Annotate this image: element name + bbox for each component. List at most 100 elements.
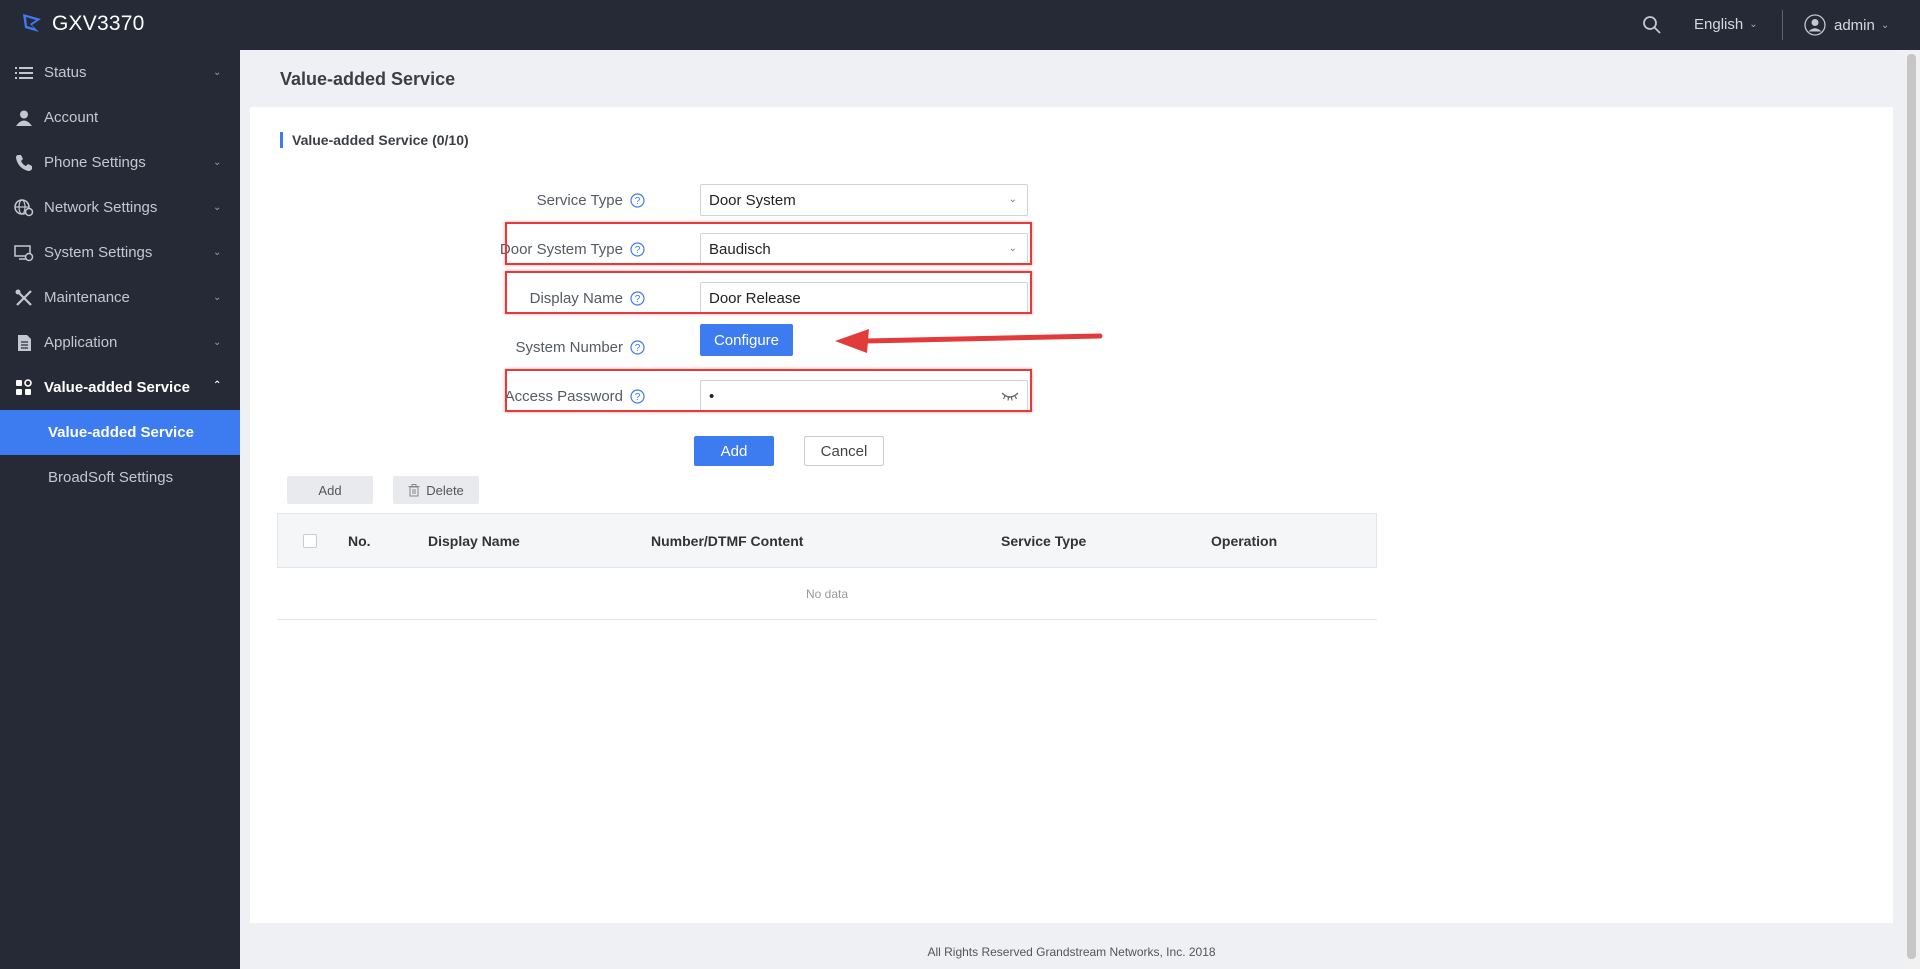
system-settings-icon [14, 243, 34, 263]
chevron-down-icon: ⌄ [213, 337, 222, 348]
access-password-input[interactable]: • [700, 380, 1028, 412]
select-all-checkbox[interactable] [303, 534, 317, 548]
sidebar-subitem-label: BroadSoft Settings [48, 469, 174, 486]
table-delete-button[interactable]: Delete [393, 476, 479, 504]
section-title: Value-added Service (0/10) [280, 132, 469, 148]
language-selector[interactable]: English ⌄ [1694, 16, 1758, 33]
sidebar-subitem-broadsoft-settings[interactable]: BroadSoft Settings [0, 455, 240, 500]
page-title: Value-added Service [280, 69, 456, 89]
list-icon [14, 63, 34, 83]
chevron-down-icon: ⌄ [1749, 19, 1758, 30]
chevron-up-icon: ⌃ [213, 380, 222, 391]
username: admin [1834, 16, 1875, 34]
sidebar-item-phone-settings[interactable]: Phone Settings ⌄ [0, 140, 240, 185]
header-divider [1782, 10, 1783, 40]
tools-icon [14, 288, 34, 308]
display-name-input[interactable]: Door Release [700, 282, 1028, 314]
display-name-label-text: Display Name [529, 289, 623, 307]
column-header-display-name: Display Name [428, 533, 520, 549]
display-name-label: Display Name ? [365, 282, 645, 314]
chevron-down-icon: ⌄ [213, 157, 222, 168]
table-header: No. Display Name Number/DTMF Content Ser… [277, 513, 1377, 568]
network-icon [14, 198, 34, 218]
access-password-value: • [709, 387, 715, 405]
add-button[interactable]: Add [694, 436, 774, 466]
search-icon[interactable] [1642, 15, 1662, 35]
scrollbar-thumb[interactable] [1907, 54, 1916, 959]
sidebar-item-label: System Settings [44, 244, 153, 261]
avatar-icon [1804, 14, 1826, 36]
sidebar-item-label: Status [44, 64, 87, 81]
help-icon[interactable]: ? [630, 192, 645, 208]
sidebar-item-network-settings[interactable]: Network Settings ⌄ [0, 185, 240, 230]
service-type-select[interactable]: Door System ⌄ [700, 184, 1028, 216]
sidebar-item-account[interactable]: Account [0, 95, 240, 140]
help-icon[interactable]: ? [630, 241, 645, 257]
access-password-label: Access Password ? [365, 380, 645, 412]
sidebar-item-maintenance[interactable]: Maintenance ⌄ [0, 275, 240, 320]
chevron-down-icon: ⌄ [213, 247, 222, 258]
column-header-number-dtmf: Number/DTMF Content [651, 533, 804, 549]
sidebar-item-label: Value-added Service [44, 379, 190, 396]
top-bar: GXV3370 English ⌄ admin ⌄ [0, 0, 1920, 50]
column-header-operation: Operation [1211, 533, 1278, 549]
sidebar-item-label: Account [44, 109, 99, 126]
sidebar-item-label: Phone Settings [44, 154, 146, 171]
system-number-label-text: System Number [515, 338, 623, 356]
access-password-label-text: Access Password [504, 387, 623, 405]
sidebar-item-application[interactable]: Application ⌄ [0, 320, 240, 365]
table-delete-label: Delete [426, 482, 464, 498]
annotation-arrow-icon [835, 329, 1103, 353]
svg-text:?: ? [635, 294, 641, 305]
sidebar-item-label: Network Settings [44, 199, 158, 216]
footer-copyright: All Rights Reserved Grandstream Networks… [927, 945, 1216, 959]
service-type-label-text: Service Type [536, 191, 623, 209]
sidebar-item-value-added-service[interactable]: Value-added Service ⌃ [0, 365, 240, 410]
chevron-down-icon: ⌄ [1008, 243, 1017, 254]
service-type-label: Service Type ? [365, 184, 645, 216]
content-card: Value-added Service (0/10) Service Type … [250, 107, 1893, 923]
door-system-type-label-text: Door System Type [499, 240, 623, 258]
sidebar-item-label: Application [44, 334, 118, 351]
help-icon[interactable]: ? [630, 388, 645, 404]
user-icon [14, 108, 34, 128]
user-menu[interactable]: admin ⌄ [1804, 14, 1889, 36]
product-name: GXV3370 [52, 12, 145, 35]
display-name-value: Door Release [709, 289, 801, 307]
sidebar-subitem-value-added-service[interactable]: Value-added Service [0, 410, 240, 455]
eye-closed-icon[interactable] [1001, 390, 1019, 402]
logo: GXV3370 [20, 11, 144, 37]
svg-text:?: ? [635, 343, 641, 354]
grandstream-logo-icon [23, 14, 41, 32]
svg-text:?: ? [635, 245, 641, 256]
table-add-button[interactable]: Add [287, 476, 373, 504]
door-system-type-value: Baudisch [709, 240, 771, 258]
door-system-type-label: Door System Type ? [365, 233, 645, 265]
svg-text:?: ? [635, 392, 641, 403]
chevron-down-icon: ⌄ [1008, 194, 1017, 205]
table-empty-state: No data [277, 568, 1377, 620]
sidebar-item-label: Maintenance [44, 289, 130, 306]
cancel-button[interactable]: Cancel [804, 436, 884, 466]
value-added-service-table: No. Display Name Number/DTMF Content Ser… [277, 513, 1377, 620]
chevron-down-icon: ⌄ [1880, 19, 1890, 31]
sidebar-item-system-settings[interactable]: System Settings ⌄ [0, 230, 240, 275]
chevron-down-icon: ⌄ [213, 292, 222, 303]
system-number-label: System Number ? [365, 331, 645, 363]
door-system-type-select[interactable]: Baudisch ⌄ [700, 233, 1028, 265]
service-type-value: Door System [709, 191, 796, 209]
sidebar-item-status[interactable]: Status ⌄ [0, 50, 240, 95]
page-scrollbar[interactable] [1903, 50, 1920, 969]
help-icon[interactable]: ? [630, 339, 645, 355]
chevron-down-icon: ⌄ [213, 67, 222, 78]
phone-icon [14, 153, 34, 173]
sidebar-subitem-label: Value-added Service [48, 424, 194, 441]
configure-button[interactable]: Configure [700, 324, 793, 356]
column-header-no: No. [348, 533, 371, 549]
column-header-service-type: Service Type [1001, 533, 1087, 549]
grid-icon [14, 378, 34, 398]
help-icon[interactable]: ? [630, 290, 645, 306]
trash-icon [408, 483, 420, 496]
language-label: English [1694, 16, 1744, 33]
document-icon [14, 333, 34, 353]
